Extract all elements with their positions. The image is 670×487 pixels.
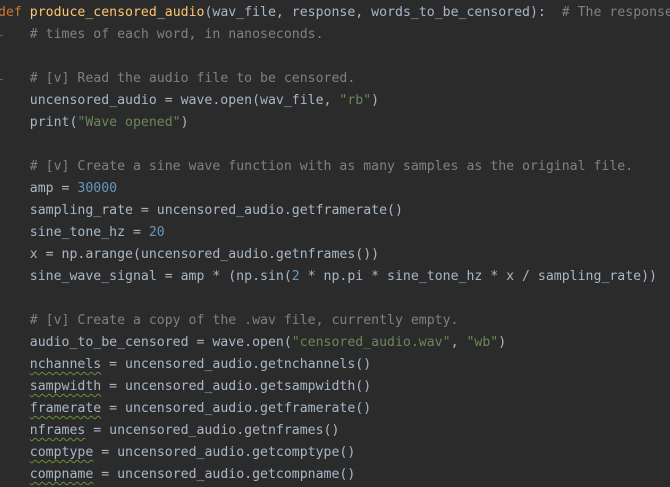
code-line[interactable]: # [v] Create a copy of the .wav file, cu… [0, 310, 670, 332]
code-line[interactable]: comptype = uncensored_audio.getcomptype(… [0, 442, 670, 464]
code-line[interactable]: print("Wave opened") [0, 112, 670, 134]
code-line[interactable]: sine_wave_signal = amp * (np.sin(2 * np.… [0, 266, 670, 288]
code-line[interactable] [0, 134, 670, 156]
code-token: = uncensored_audio.getnframes() [85, 423, 340, 438]
code-token: 2 [291, 269, 300, 284]
code-token: def [0, 5, 22, 20]
code-token: produce_censored_audio [29, 5, 205, 20]
code-line[interactable]: compname = uncensored_audio.getcompname(… [0, 464, 670, 486]
code-line[interactable]: nframes = uncensored_audio.getnframes() [0, 420, 670, 442]
code-line[interactable]: sampling_rate = uncensored_audio.getfram… [0, 200, 670, 222]
code-token: # [v] Create a copy of the .wav file, cu… [29, 313, 459, 328]
code-token: # [v] Read the audio file to be censored… [29, 71, 356, 86]
code-token: framerate [29, 401, 102, 416]
code-line[interactable] [0, 46, 670, 68]
code-token: sampwidth [29, 379, 102, 394]
code-token: ) [371, 93, 380, 108]
code-token: = uncensored_audio.getsampwidth() [101, 379, 372, 394]
code-token: amp = [0, 181, 78, 196]
code-token: ) [498, 335, 507, 350]
code-token: "Wave opened" [77, 115, 181, 130]
code-token: "censored_audio.wav" [291, 335, 451, 350]
code-line[interactable]: x = np.arange(uncensored_audio.getnframe… [0, 244, 670, 266]
code-line[interactable]: framerate = uncensored_audio.getframerat… [0, 398, 670, 420]
code-token: "rb" [339, 93, 372, 108]
code-line[interactable]: amp = 30000 [0, 178, 670, 200]
code-token: sine_tone_hz = [0, 225, 149, 240]
code-line[interactable]: audio_to_be_censored = wave.open("censor… [0, 332, 670, 354]
code-token: ) [180, 115, 189, 130]
code-line[interactable]: # [v] Read the audio file to be censored… [0, 68, 670, 90]
code-token: comptype [29, 445, 94, 460]
code-token: compname [29, 467, 94, 482]
code-token: audio_to_be_censored = wave.open( [0, 335, 292, 350]
code-token: nchannels [29, 357, 102, 372]
code-token: = uncensored_audio.getframerate() [101, 401, 372, 416]
code-line[interactable]: def produce_censored_audio(wav_file, res… [0, 2, 670, 24]
code-token: * np.pi * sine_tone_hz * x / sampling_ra… [299, 269, 657, 284]
code-token: = uncensored_audio.getcompname() [93, 467, 356, 482]
code-token: 30000 [77, 181, 118, 196]
code-token: sine_wave_signal = amp * (np.sin( [0, 269, 292, 284]
code-line[interactable]: # [v] Create a sine wave function with a… [0, 156, 670, 178]
code-token: print( [0, 115, 78, 130]
code-line[interactable]: # times of each word, in nanoseconds. [0, 24, 670, 46]
code-token: = uncensored_audio.getnchannels() [101, 357, 372, 372]
code-line[interactable] [0, 288, 670, 310]
code-token: , [450, 335, 467, 350]
code-token: "wb" [466, 335, 499, 350]
code-token: nframes [29, 423, 86, 438]
code-token: = uncensored_audio.getcomptype() [93, 445, 356, 460]
code-token: x = np.arange(uncensored_audio.getnframe… [0, 247, 380, 262]
code-token: sampling_rate = uncensored_audio.getfram… [0, 203, 403, 218]
code-line[interactable]: sine_tone_hz = 20 [0, 222, 670, 244]
code-line[interactable]: uncensored_audio = wave.open(wav_file, "… [0, 90, 670, 112]
code-line[interactable]: nchannels = uncensored_audio.getnchannel… [0, 354, 670, 376]
code-editor[interactable]: def produce_censored_audio(wav_file, res… [0, 0, 670, 487]
code-token: # [v] Create a sine wave function with a… [29, 159, 634, 174]
code-token: uncensored_audio = wave.open(wav_file, [0, 93, 340, 108]
code-token: (wav_file, response, words_to_be_censore… [204, 5, 562, 20]
code-token: # times of each word, in nanoseconds. [29, 27, 324, 42]
code-token: 20 [148, 225, 165, 240]
code-line[interactable]: sampwidth = uncensored_audio.getsampwidt… [0, 376, 670, 398]
code-token: # The response stores the start and end [561, 5, 670, 20]
